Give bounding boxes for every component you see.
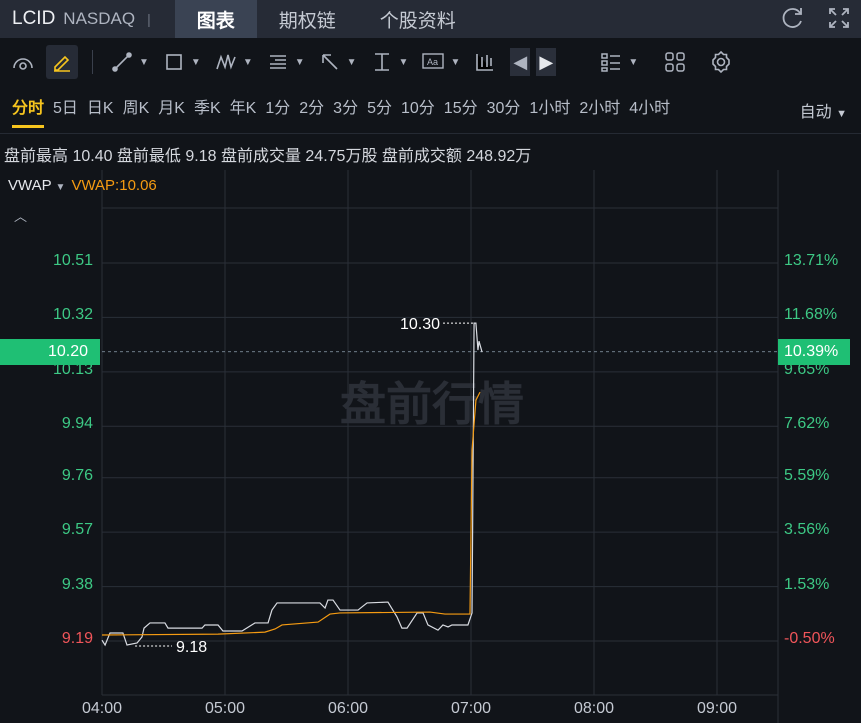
x-tick-label: 08:00 bbox=[573, 700, 615, 717]
pct-tick-label: -0.50% bbox=[784, 630, 835, 647]
price-chart[interactable]: 盘前行情 10.30 9.18 bbox=[0, 0, 861, 723]
y-tick-label: 9.19 bbox=[61, 630, 93, 647]
x-tick-label: 09:00 bbox=[696, 700, 738, 717]
x-tick-label: 06:00 bbox=[327, 700, 369, 717]
pct-tick-label: 13.71% bbox=[784, 252, 839, 269]
y-tick-label: 10.32 bbox=[52, 306, 93, 324]
low-label: 9.18 bbox=[176, 639, 207, 656]
chevron-up-icon[interactable]: ︿ bbox=[14, 206, 27, 225]
y-tick-label: 9.38 bbox=[61, 575, 93, 593]
chevron-down-icon[interactable]: ▼ bbox=[56, 182, 66, 193]
y-tick-label: 10.51 bbox=[52, 252, 93, 269]
pct-tick-label: 7.62% bbox=[784, 415, 830, 433]
y-tick-label: 9.94 bbox=[61, 415, 93, 433]
pct-tick-label: 3.56% bbox=[784, 521, 830, 539]
x-tick-label: 05:00 bbox=[204, 700, 246, 717]
x-tick-label: 07:00 bbox=[450, 700, 492, 717]
watermark: 盘前行情 bbox=[340, 378, 524, 430]
indicator-name: VWAP bbox=[8, 177, 52, 194]
pct-tick-label: 5.59% bbox=[784, 466, 830, 484]
current-pct-tag: 10.39% bbox=[778, 339, 850, 365]
pct-tick-label: 1.53% bbox=[784, 575, 830, 593]
x-tick-label: 04:00 bbox=[81, 700, 123, 717]
indicator-legend[interactable]: VWAP ▼ VWAP:10.06 bbox=[8, 177, 157, 194]
high-label: 10.30 bbox=[400, 316, 440, 333]
y-tick-label: 9.57 bbox=[61, 521, 93, 539]
indicator-value: VWAP:10.06 bbox=[71, 177, 157, 194]
current-price-tag: 10.20 bbox=[0, 339, 100, 365]
y-tick-label: 9.76 bbox=[61, 466, 93, 484]
pct-tick-label: 11.68% bbox=[784, 306, 838, 324]
